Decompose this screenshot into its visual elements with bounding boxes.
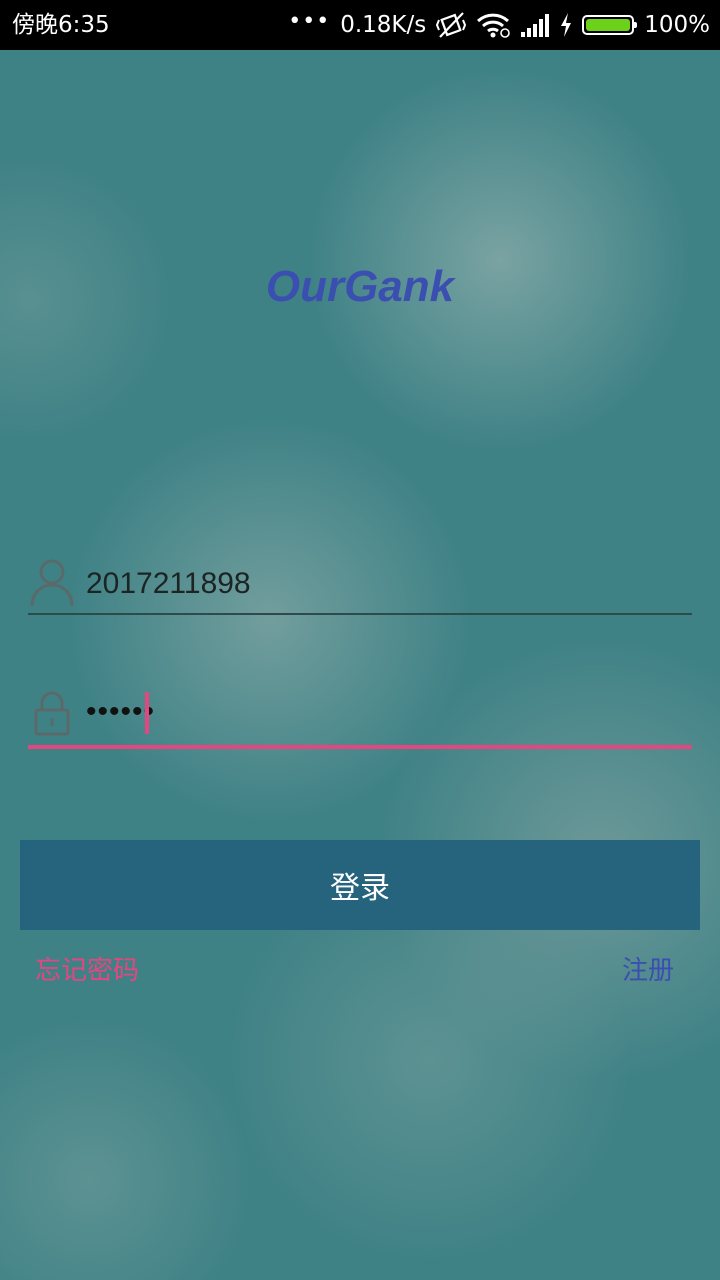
battery-percent: 100% [644, 12, 710, 38]
login-button[interactable]: 登录 [20, 840, 700, 930]
charging-bolt-icon [560, 13, 572, 37]
register-link[interactable]: 注册 [622, 954, 674, 988]
battery-fill [586, 19, 631, 31]
forgot-password-link[interactable]: 忘记密码 [35, 954, 139, 988]
wifi-icon [476, 12, 511, 38]
status-bar: 傍晚6:35 ••• 0.18K/s 100% [0, 0, 720, 50]
status-icons: ••• 0.18K/s 100% [288, 8, 710, 40]
more-notifications-icon: ••• [288, 8, 331, 34]
lock-icon [28, 688, 76, 740]
login-screen: 傍晚6:35 ••• 0.18K/s 100% OurGank 20172118… [0, 0, 720, 1280]
user-icon [28, 556, 76, 608]
status-time: 傍晚6:35 [12, 12, 110, 38]
network-speed: 0.18K/s [340, 12, 427, 38]
username-field[interactable]: 2017211898 [28, 556, 692, 615]
signal-icon [520, 13, 550, 37]
app-title: OurGank [265, 262, 455, 311]
username-input[interactable]: 2017211898 [86, 566, 251, 602]
mute-vibrate-icon [436, 11, 467, 39]
battery-icon [582, 15, 638, 35]
text-cursor [145, 692, 149, 734]
password-field[interactable]: •••••• [28, 688, 692, 749]
